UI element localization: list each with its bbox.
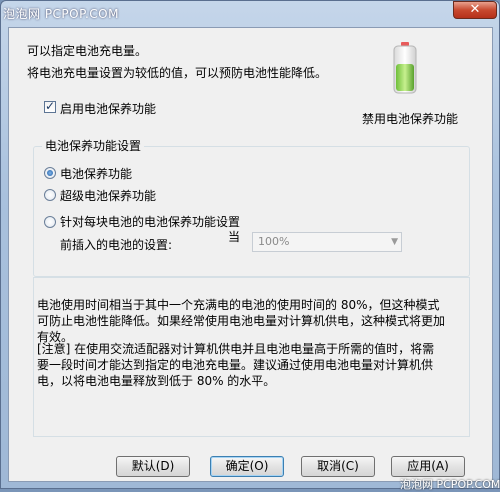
charge-level-value: 100% xyxy=(258,235,290,248)
watermark-top: 泡泡网 PCPOP.COM xyxy=(3,7,119,21)
settings-group-title: 电池保养功能设置 xyxy=(42,137,145,154)
radio-super-battery-care[interactable] xyxy=(44,189,56,201)
info-paragraph-2: [注意] 在使用交流适配器对计算机供电并且电池电量高于所需的值时，将需要一段时间… xyxy=(37,342,435,388)
title-bar[interactable]: 泡泡网 PCPOP.COM ✕ xyxy=(1,1,499,25)
battery-caption: 禁用电池保养功能 xyxy=(362,112,459,126)
enable-battery-care-checkbox[interactable] xyxy=(44,99,56,113)
default-button[interactable]: 默认(D) xyxy=(116,456,190,477)
intro-line-2: 将电池充电量设置为较低的值，可以预防电池性能降低。 xyxy=(27,66,328,80)
battery-icon xyxy=(393,42,417,94)
cancel-button[interactable]: 取消(C) xyxy=(301,456,375,477)
radio-battery-care-label[interactable]: 电池保养功能 xyxy=(60,165,132,182)
info-paragraph-1: 电池使用时间相当于其中一个充满电的电池的使用时间的 80%，但这种模式可防止电池… xyxy=(37,298,446,344)
current-battery-setting-label: 前插入的电池的设置: xyxy=(60,238,173,252)
charge-level-dropdown[interactable]: 100% ▼ xyxy=(252,232,402,252)
chevron-down-icon: ▼ xyxy=(391,237,398,247)
close-button[interactable]: ✕ xyxy=(453,1,497,19)
apply-button[interactable]: 应用(A) xyxy=(391,456,465,477)
radio-per-battery-settings-label[interactable]: 针对每块电池的电池保养功能设置 xyxy=(60,213,240,230)
watermark-bottom: 泡泡网 PCPOP.COM xyxy=(400,478,500,491)
intro-line-1: 可以指定电池充电量。 xyxy=(27,44,148,58)
radio-battery-care[interactable] xyxy=(44,167,56,179)
battery-icon-box xyxy=(381,38,427,98)
radio-per-battery-settings[interactable] xyxy=(44,216,56,228)
radio-super-battery-care-label[interactable]: 超级电池保养功能 xyxy=(60,187,156,204)
enable-battery-care-label[interactable]: 启用电池保养功能 xyxy=(60,100,156,117)
radio-per-battery-settings-suffix: 当 xyxy=(228,230,241,244)
ok-button[interactable]: 确定(O) xyxy=(210,456,284,477)
